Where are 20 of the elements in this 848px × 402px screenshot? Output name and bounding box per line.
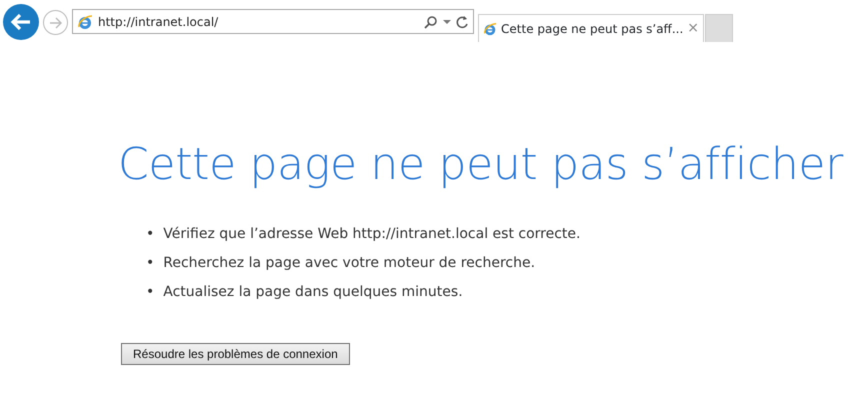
bullet: • xyxy=(146,254,154,273)
caret-icon[interactable] xyxy=(443,18,451,24)
bullet: • xyxy=(146,225,154,244)
left-arrow-icon xyxy=(10,13,32,31)
error-heading: Cette page ne peut pas s’afficher xyxy=(118,138,844,192)
suggestion-text: Recherchez la page avec votre moteur de recherche. xyxy=(163,254,536,273)
bullet: • xyxy=(146,283,154,302)
browser-tab[interactable]: Cette page ne peut pas s’aff... × xyxy=(478,14,704,42)
troubleshoot-button[interactable]: Résoudre les problèmes de connexion xyxy=(121,343,350,365)
tab-title: Cette page ne peut pas s’aff... xyxy=(501,20,684,38)
suggestion-text: Actualisez la page dans quelques minutes. xyxy=(163,283,463,302)
suggestion-text: Vérifiez que l’adresse Web http://intranet.local est correcte. xyxy=(163,225,580,244)
back-button[interactable] xyxy=(3,4,39,40)
search-icon[interactable] xyxy=(424,14,438,28)
refresh-icon[interactable] xyxy=(456,14,469,28)
tab-close-button[interactable]: × xyxy=(687,18,699,39)
address-bar[interactable]: http://intranet.local/ xyxy=(72,9,474,34)
browser-logo-icon xyxy=(77,14,93,30)
right-arrow-icon xyxy=(48,16,62,28)
browser-logo-icon xyxy=(483,20,498,36)
